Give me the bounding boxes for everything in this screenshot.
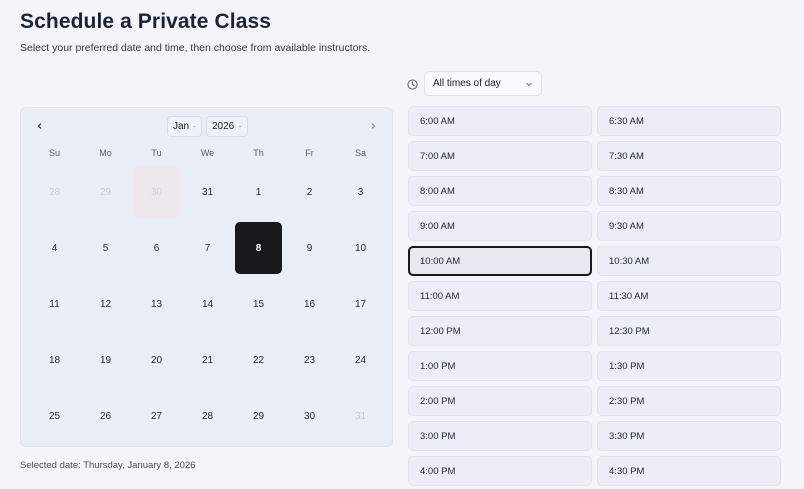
chevron-left-icon <box>37 123 42 129</box>
calendar-day[interactable]: 1 <box>235 166 282 218</box>
calendar-day[interactable]: 16 <box>286 278 333 330</box>
calendar-day[interactable]: 5 <box>82 222 129 274</box>
calendar-day[interactable]: 31 <box>184 166 231 218</box>
calendar-day[interactable]: 29 <box>235 390 282 442</box>
calendar-day[interactable]: 19 <box>82 334 129 386</box>
weekday-label: Tu <box>151 148 162 158</box>
time-slot[interactable]: 2:00 PM <box>408 386 592 416</box>
calendar-day[interactable]: 9 <box>286 222 333 274</box>
calendar-day[interactable]: 7 <box>184 222 231 274</box>
time-slot[interactable]: 6:00 AM <box>408 106 592 136</box>
calendar-day[interactable]: 25 <box>31 390 78 442</box>
previous-month-button[interactable] <box>33 119 47 133</box>
weekday-header: Su Mo Tu We Th Fr Sa <box>29 148 385 158</box>
calendar-day[interactable]: 26 <box>82 390 129 442</box>
time-slot-grid: 6:00 AM 6:30 AM 7:00 AM 7:30 AM 8:00 AM 8:30 … <box>408 106 781 486</box>
time-slot[interactable]: 2:30 PM <box>597 386 781 416</box>
weekday-label: Su <box>48 148 60 158</box>
calendar-day[interactable]: 29 <box>82 166 129 218</box>
time-slot[interactable]: 4:30 PM <box>597 456 781 486</box>
weekday-label: Mo <box>99 148 112 158</box>
calendar-day[interactable]: 13 <box>133 278 180 330</box>
chevron-right-icon <box>371 123 376 129</box>
time-slot[interactable]: 11:30 AM <box>597 281 781 311</box>
calendar-day[interactable]: 3 <box>337 166 384 218</box>
page-subtitle: Select your preferred date and time, the… <box>20 42 371 54</box>
calendar-day[interactable]: 24 <box>337 334 384 386</box>
calendar-day[interactable]: 10 <box>337 222 384 274</box>
calendar-day[interactable]: 12 <box>82 278 129 330</box>
time-of-day-select[interactable]: All times of day <box>424 71 542 96</box>
time-slot[interactable]: 6:30 AM <box>597 106 781 136</box>
calendar-day[interactable]: 21 <box>184 334 231 386</box>
time-slot[interactable]: 10:30 AM <box>597 246 781 276</box>
time-slot[interactable]: 7:00 AM <box>408 141 592 171</box>
time-slot[interactable]: 1:00 PM <box>408 351 592 381</box>
calendar-day[interactable]: 15 <box>235 278 282 330</box>
schedule-page: Schedule a Private Class Select your pre… <box>0 0 804 489</box>
time-slot[interactable]: 12:00 PM <box>408 316 592 346</box>
calendar-day[interactable]: 6 <box>133 222 180 274</box>
time-slot[interactable]: 9:00 AM <box>408 211 592 241</box>
time-slot[interactable]: 1:30 PM <box>597 351 781 381</box>
calendar-day[interactable]: 31 <box>337 390 384 442</box>
calendar-day[interactable]: 23 <box>286 334 333 386</box>
calendar-day[interactable]: 30 <box>286 390 333 442</box>
calendar-day[interactable]: 4 <box>31 222 78 274</box>
calendar: Jan 2026 Su Mo Tu We Th Fr Sa 28 29 30 31 1 2 3 4 5 6 7 8… <box>20 107 393 447</box>
time-slot[interactable]: 11:00 AM <box>408 281 592 311</box>
year-value: 2026 <box>212 121 235 132</box>
year-select[interactable]: 2026 <box>206 116 248 137</box>
calendar-day[interactable]: 17 <box>337 278 384 330</box>
weekday-label: Sa <box>354 148 366 158</box>
day-grid: 28 29 30 31 1 2 3 4 5 6 7 8 9 10 11 12 13 14 15 16 17 18 19 20 2… <box>29 164 385 444</box>
time-slot[interactable]: 12:30 PM <box>597 316 781 346</box>
calendar-day[interactable]: 22 <box>235 334 282 386</box>
calendar-day-selected[interactable]: 8 <box>235 222 282 274</box>
weekday-label: We <box>200 148 215 158</box>
weekday-label: Fr <box>305 148 314 158</box>
calendar-day[interactable]: 20 <box>133 334 180 386</box>
month-value: Jan <box>173 121 190 132</box>
calendar-day[interactable]: 28 <box>31 166 78 218</box>
calendar-day[interactable]: 2 <box>286 166 333 218</box>
time-slot[interactable]: 8:00 AM <box>408 176 592 206</box>
time-slot[interactable]: 7:30 AM <box>597 141 781 171</box>
month-select[interactable]: Jan <box>167 116 202 137</box>
chevron-down-icon <box>193 126 196 128</box>
chevron-down-icon <box>526 82 532 86</box>
chevron-down-icon <box>238 125 242 128</box>
time-slot[interactable]: 4:00 PM <box>408 456 592 486</box>
calendar-day[interactable]: 11 <box>31 278 78 330</box>
calendar-day[interactable]: 28 <box>184 390 231 442</box>
clock-icon <box>407 79 418 90</box>
time-slot[interactable]: 8:30 AM <box>597 176 781 206</box>
calendar-day[interactable]: 14 <box>184 278 231 330</box>
page-title: Schedule a Private Class <box>20 10 272 33</box>
time-slot[interactable]: 3:00 PM <box>408 421 592 451</box>
calendar-day[interactable]: 18 <box>31 334 78 386</box>
weekday-label: Th <box>253 148 264 158</box>
next-month-button[interactable] <box>366 119 380 133</box>
time-slot[interactable]: 9:30 AM <box>597 211 781 241</box>
calendar-day[interactable]: 30 <box>133 166 180 218</box>
time-slot[interactable]: 3:30 PM <box>597 421 781 451</box>
time-slot-selected[interactable]: 10:00 AM <box>408 246 592 276</box>
time-of-day-value: All times of day <box>433 78 501 89</box>
calendar-day[interactable]: 27 <box>133 390 180 442</box>
selected-date-text: Selected date: Thursday, January 8, 2026 <box>20 460 196 471</box>
